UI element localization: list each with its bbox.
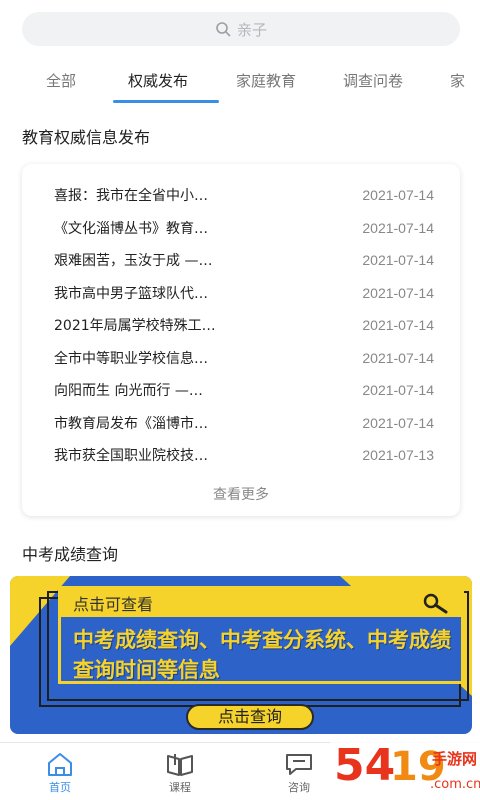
news-date: 2021-07-14 xyxy=(362,317,434,333)
tab-family-education[interactable]: 家庭教育 xyxy=(236,70,296,91)
search-placeholder: 亲子 xyxy=(236,20,267,39)
banner-head: 点击可查看 xyxy=(61,589,461,617)
news-title: 市教育局发布《淄博市… xyxy=(54,416,208,432)
search-bar[interactable]: 亲子 xyxy=(22,12,460,46)
news-date: 2021-07-14 xyxy=(362,382,434,398)
search-icon xyxy=(216,22,231,37)
tab-all[interactable]: 全部 xyxy=(46,70,76,91)
news-date: 2021-07-14 xyxy=(362,350,434,366)
chat-icon xyxy=(286,754,312,775)
news-item[interactable]: 市教育局发布《淄博市… 2021-07-14 xyxy=(54,410,434,436)
tabbar-label: 首页 xyxy=(49,781,71,794)
tabbar-item-course[interactable]: 课程 xyxy=(145,751,215,795)
news-date: 2021-07-13 xyxy=(362,447,434,463)
query-button[interactable]: 点击查询 xyxy=(186,704,314,730)
svg-text:54: 54 xyxy=(334,740,395,791)
banner-body-text: 中考成绩查询、中考查分系统、中考成绩查询时间等信息 xyxy=(73,628,451,682)
home-icon xyxy=(48,753,72,776)
exam-section-title: 中考成绩查询 xyxy=(22,545,119,564)
magnifier-icon xyxy=(423,593,448,614)
news-title: 我市高中男子篮球队代… xyxy=(54,286,208,302)
exam-query-banner[interactable]: 点击可查看 中考成绩查询、中考查分系统、中考成绩查询时间等信息 点击查询 xyxy=(10,576,472,734)
tabbar-label: 课程 xyxy=(169,781,191,794)
tabbar-item-home[interactable]: 首页 xyxy=(25,751,95,795)
banner-inner-box: 点击可查看 中考成绩查询、中考查分系统、中考成绩查询时间等信息 xyxy=(58,586,464,684)
tab-survey[interactable]: 调查问卷 xyxy=(343,70,403,91)
news-title: 全市中等职业学校信息… xyxy=(54,351,208,367)
tabbar-label: 咨询 xyxy=(288,781,310,794)
active-tab-indicator xyxy=(113,100,219,103)
news-item[interactable]: 我市获全国职业院校技… 2021-07-13 xyxy=(54,442,434,468)
tabbar-item-consult[interactable]: 咨询 xyxy=(264,751,334,795)
news-title: 2021年局属学校特殊工… xyxy=(54,318,216,334)
news-title: 喜报：我市在全省中小… xyxy=(54,188,208,204)
news-item[interactable]: 喜报：我市在全省中小… 2021-07-14 xyxy=(54,182,434,208)
news-title: 向阳而生 向光而行 —… xyxy=(54,383,203,399)
news-item[interactable]: 向阳而生 向光而行 —… 2021-07-14 xyxy=(54,377,434,403)
tab-family-partial[interactable]: 家 xyxy=(450,70,465,91)
news-item[interactable]: 我市高中男子篮球队代… 2021-07-14 xyxy=(54,280,434,306)
news-section-title: 教育权威信息发布 xyxy=(22,128,151,147)
category-tabs: 全部 权威发布 家庭教育 调查问卷 家 xyxy=(0,64,480,106)
watermark-logo: 54 19 手游网 .com.cn xyxy=(330,734,480,800)
news-item[interactable]: 艰难困苦，玉汝于成 —… 2021-07-14 xyxy=(54,247,434,273)
book-icon xyxy=(167,754,193,776)
news-title: 我市获全国职业院校技… xyxy=(54,448,208,464)
svg-text:手游网: 手游网 xyxy=(432,750,477,768)
news-item[interactable]: 2021年局属学校特殊工… 2021-07-14 xyxy=(54,312,434,338)
news-item[interactable]: 《文化淄博丛书》教育… 2021-07-14 xyxy=(54,215,434,241)
news-date: 2021-07-14 xyxy=(362,187,434,203)
news-title: 《文化淄博丛书》教育… xyxy=(54,221,208,237)
news-date: 2021-07-14 xyxy=(362,285,434,301)
news-date: 2021-07-14 xyxy=(362,415,434,431)
news-date: 2021-07-14 xyxy=(362,220,434,236)
banner-head-text: 点击可查看 xyxy=(73,595,154,614)
news-date: 2021-07-14 xyxy=(362,252,434,268)
news-card: 喜报：我市在全省中小… 2021-07-14 《文化淄博丛书》教育… 2021-… xyxy=(22,164,460,516)
svg-text:.com.cn: .com.cn xyxy=(430,777,480,792)
tab-authoritative[interactable]: 权威发布 xyxy=(128,70,188,91)
news-title: 艰难困苦，玉汝于成 —… xyxy=(54,253,213,269)
news-item[interactable]: 全市中等职业学校信息… 2021-07-14 xyxy=(54,345,434,371)
view-more-link[interactable]: 查看更多 xyxy=(22,484,460,504)
